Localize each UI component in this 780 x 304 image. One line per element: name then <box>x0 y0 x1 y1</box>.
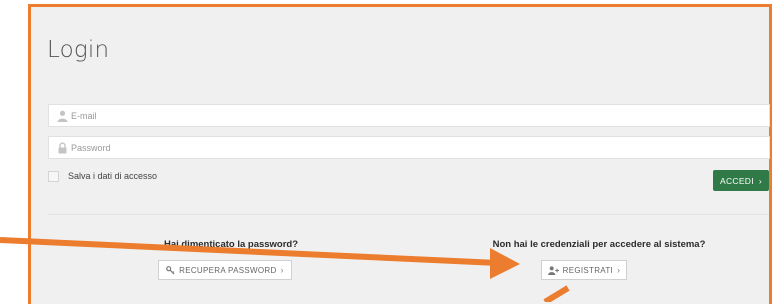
annotation-arrow <box>0 237 520 279</box>
annotation-arrows <box>0 237 570 302</box>
annotation-arrow <box>543 285 570 302</box>
